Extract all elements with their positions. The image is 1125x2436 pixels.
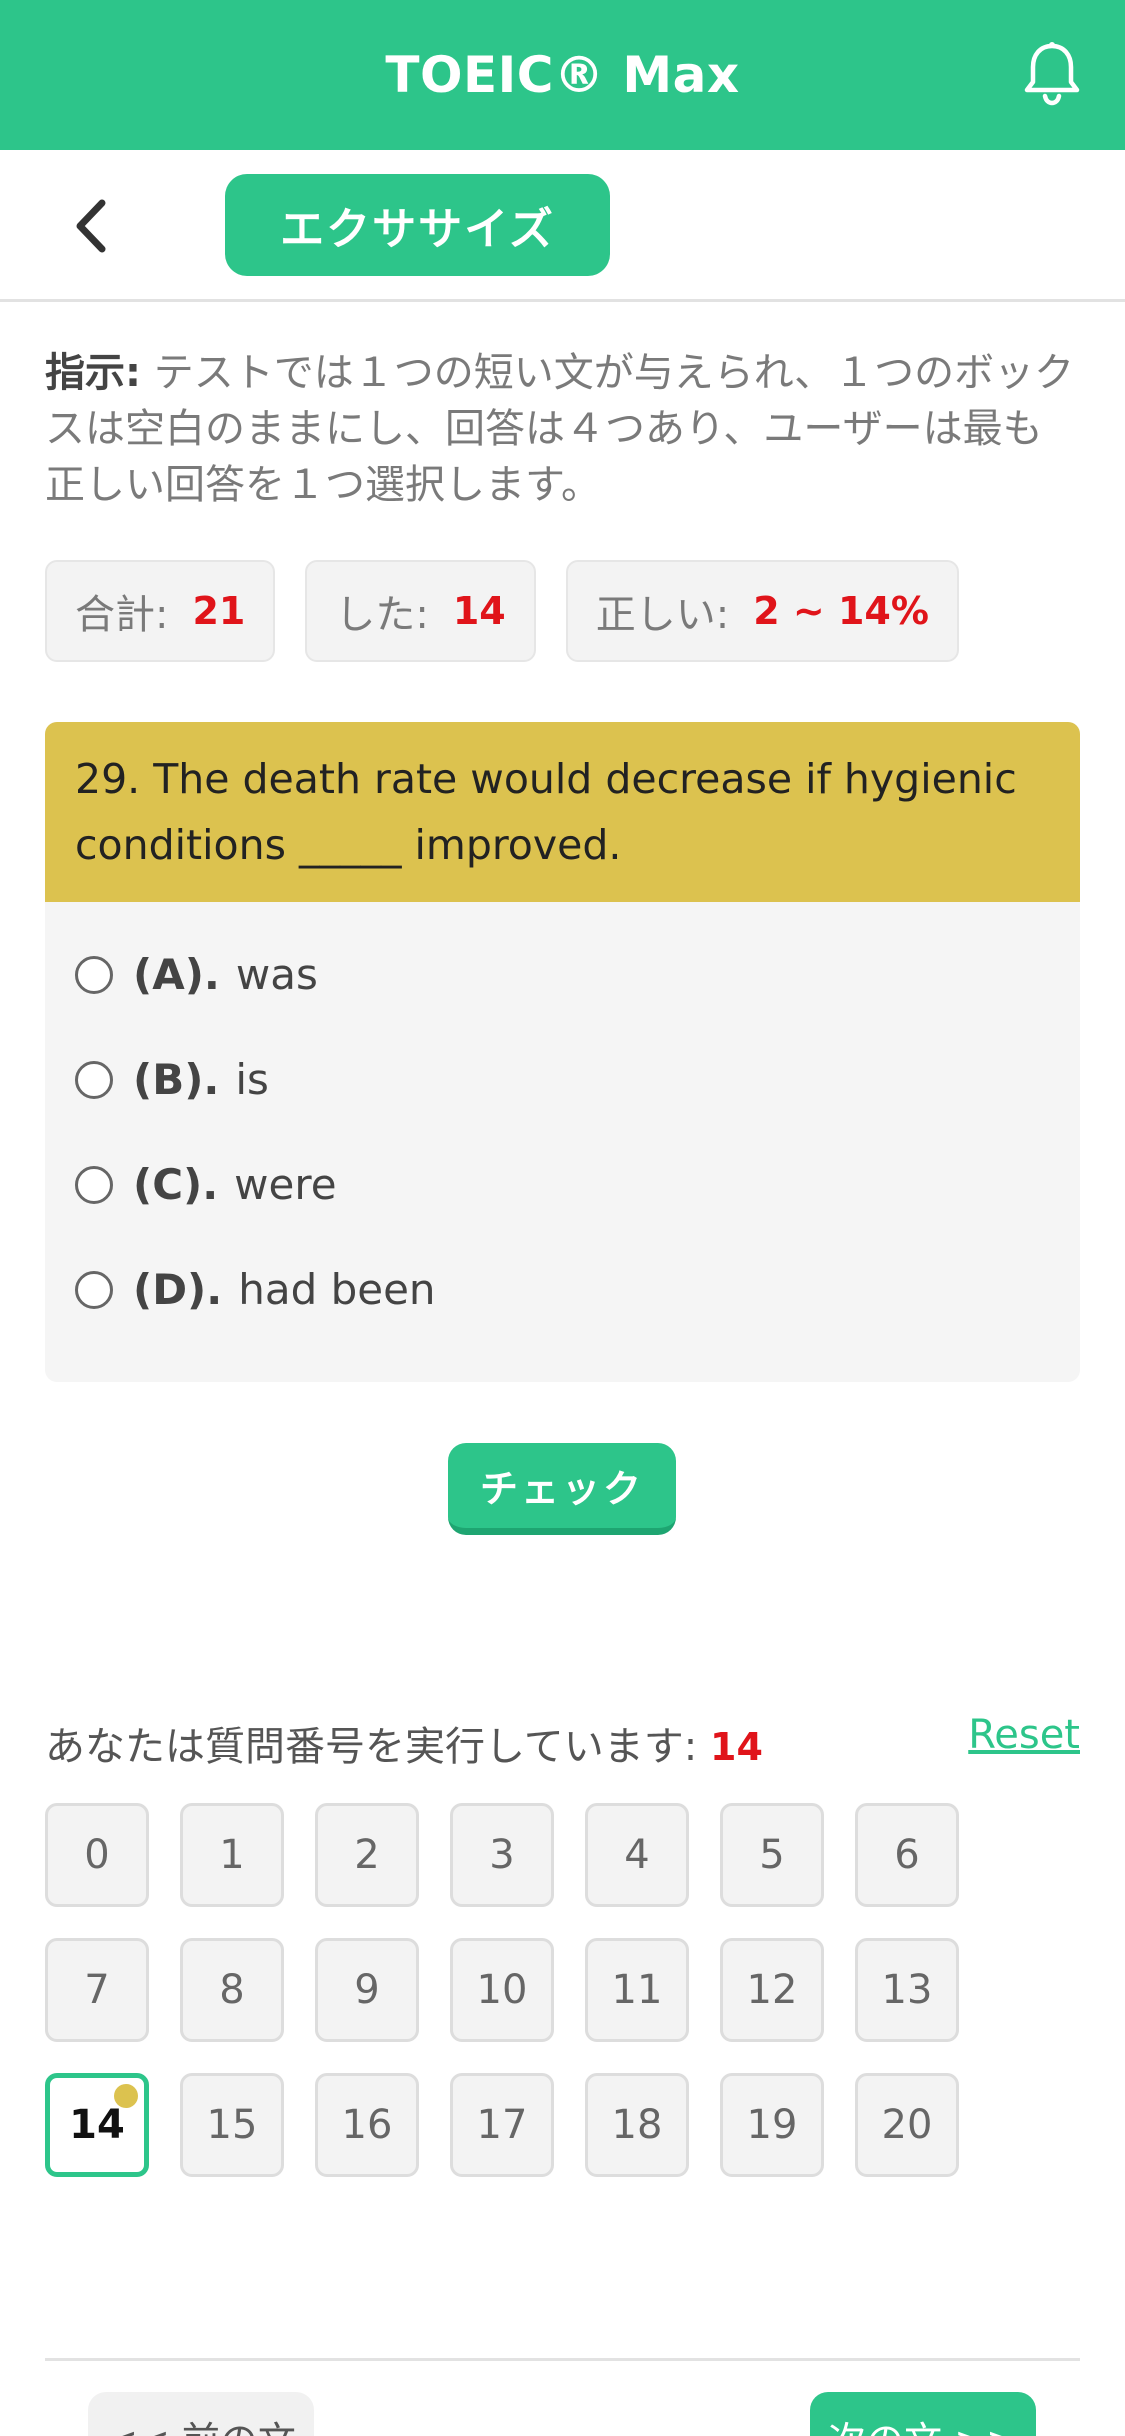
question-number-button[interactable]: 5 — [720, 1803, 824, 1907]
stat-correct: 正しい: 2 ~ 14% — [565, 560, 959, 662]
radio-button[interactable] — [75, 1060, 113, 1099]
stat-correct-value: 2 ~ 14% — [753, 589, 929, 633]
question-number-button[interactable]: 10 — [450, 1938, 554, 2042]
app: TOEIC® Max エクササイズ 指示: テストでは１つの短い文が与えられ、１… — [0, 0, 1125, 2436]
question-number-button[interactable]: 0 — [45, 1803, 149, 1907]
stat-total-value: 21 — [192, 589, 246, 633]
instructions: 指示: テストでは１つの短い文が与えられ、１つのボックスは空白のままにし、回答は… — [45, 345, 1080, 513]
progress-label-text: あなたは質問番号を実行しています: — [45, 1724, 698, 1770]
question-number-button[interactable]: 1 — [180, 1803, 284, 1907]
stat-done-label: した: — [335, 592, 429, 638]
app-title: TOEIC® Max — [385, 46, 740, 104]
check-button[interactable]: チェック — [448, 1443, 676, 1535]
question-number-button[interactable]: 13 — [855, 1938, 959, 2042]
reset-link[interactable]: Reset — [968, 1712, 1080, 1758]
current-question-number: 14 — [710, 1725, 763, 1769]
top-bar: TOEIC® Max — [0, 0, 1125, 150]
question-number-label: 14 — [69, 2102, 125, 2148]
question-number-button[interactable]: 19 — [720, 2073, 824, 2177]
option-letter: (B). — [133, 1055, 220, 1104]
option-letter: (C). — [133, 1160, 219, 1209]
option-letter: (A). — [133, 950, 220, 999]
stat-done: した: 14 — [305, 560, 536, 662]
radio-button[interactable] — [75, 1165, 113, 1204]
radio-button[interactable] — [75, 955, 113, 994]
question-number-grid: 0 1 2 3 4 5 6 7 8 9 10 11 12 13 14 15 16… — [45, 1803, 965, 2177]
previous-sentence-button[interactable]: << 前の文 — [88, 2392, 314, 2436]
question-text: 29. The death rate would decrease if hyg… — [45, 722, 1080, 902]
question-number-button[interactable]: 11 — [585, 1938, 689, 2042]
stats-row: 合計: 21 した: 14 正しい: 2 ~ 14% — [45, 560, 959, 662]
question-number-button[interactable]: 18 — [585, 2073, 689, 2177]
stat-correct-label: 正しい: — [595, 592, 730, 638]
option-text: were — [234, 1160, 337, 1209]
next-sentence-button[interactable]: 次の文 >> — [810, 2392, 1036, 2436]
progress-label: あなたは質問番号を実行しています: 14 — [45, 1714, 763, 1772]
instructions-label: 指示: — [45, 350, 141, 396]
question-number-button[interactable]: 9 — [315, 1938, 419, 2042]
option-letter: (D). — [133, 1265, 223, 1314]
option-text: was — [235, 950, 318, 999]
current-indicator-dot — [114, 2084, 138, 2108]
question-number-button[interactable]: 4 — [585, 1803, 689, 1907]
option-text: had been — [238, 1265, 436, 1314]
question-number-button[interactable]: 2 — [315, 1803, 419, 1907]
question-number-button[interactable]: 15 — [180, 2073, 284, 2177]
radio-button[interactable] — [75, 1270, 113, 1309]
question-number-button[interactable]: 8 — [180, 1938, 284, 2042]
stat-done-value: 14 — [452, 589, 506, 633]
answer-option-c[interactable]: (C). were — [45, 1132, 1080, 1237]
question-number-button[interactable]: 16 — [315, 2073, 419, 2177]
answer-option-b[interactable]: (B). is — [45, 1027, 1080, 1132]
nav-row: エクササイズ — [0, 150, 1125, 302]
answer-option-a[interactable]: (A). was — [45, 922, 1080, 1027]
bell-icon[interactable] — [1017, 38, 1087, 110]
question-number-button[interactable]: 6 — [855, 1803, 959, 1907]
question-number-button-current[interactable]: 14 — [45, 2073, 149, 2177]
answer-options: (A). was (B). is (C). were (D). had been — [45, 902, 1080, 1342]
chevron-left-icon[interactable] — [60, 194, 120, 258]
footer-divider — [45, 2358, 1080, 2361]
question-card: 29. The death rate would decrease if hyg… — [45, 722, 1080, 1382]
question-number-button[interactable]: 3 — [450, 1803, 554, 1907]
question-number-button[interactable]: 7 — [45, 1938, 149, 2042]
answer-option-d[interactable]: (D). had been — [45, 1237, 1080, 1342]
option-text: is — [235, 1055, 269, 1104]
question-number-button[interactable]: 12 — [720, 1938, 824, 2042]
tab-exercise[interactable]: エクササイズ — [225, 174, 610, 276]
question-number-button[interactable]: 17 — [450, 2073, 554, 2177]
instructions-text: テストでは１つの短い文が与えられ、１つのボックスは空白のままにし、回答は４つあり… — [45, 350, 1075, 508]
stat-total-label: 合計: — [75, 592, 169, 638]
question-number-button[interactable]: 20 — [855, 2073, 959, 2177]
stat-total: 合計: 21 — [45, 560, 276, 662]
